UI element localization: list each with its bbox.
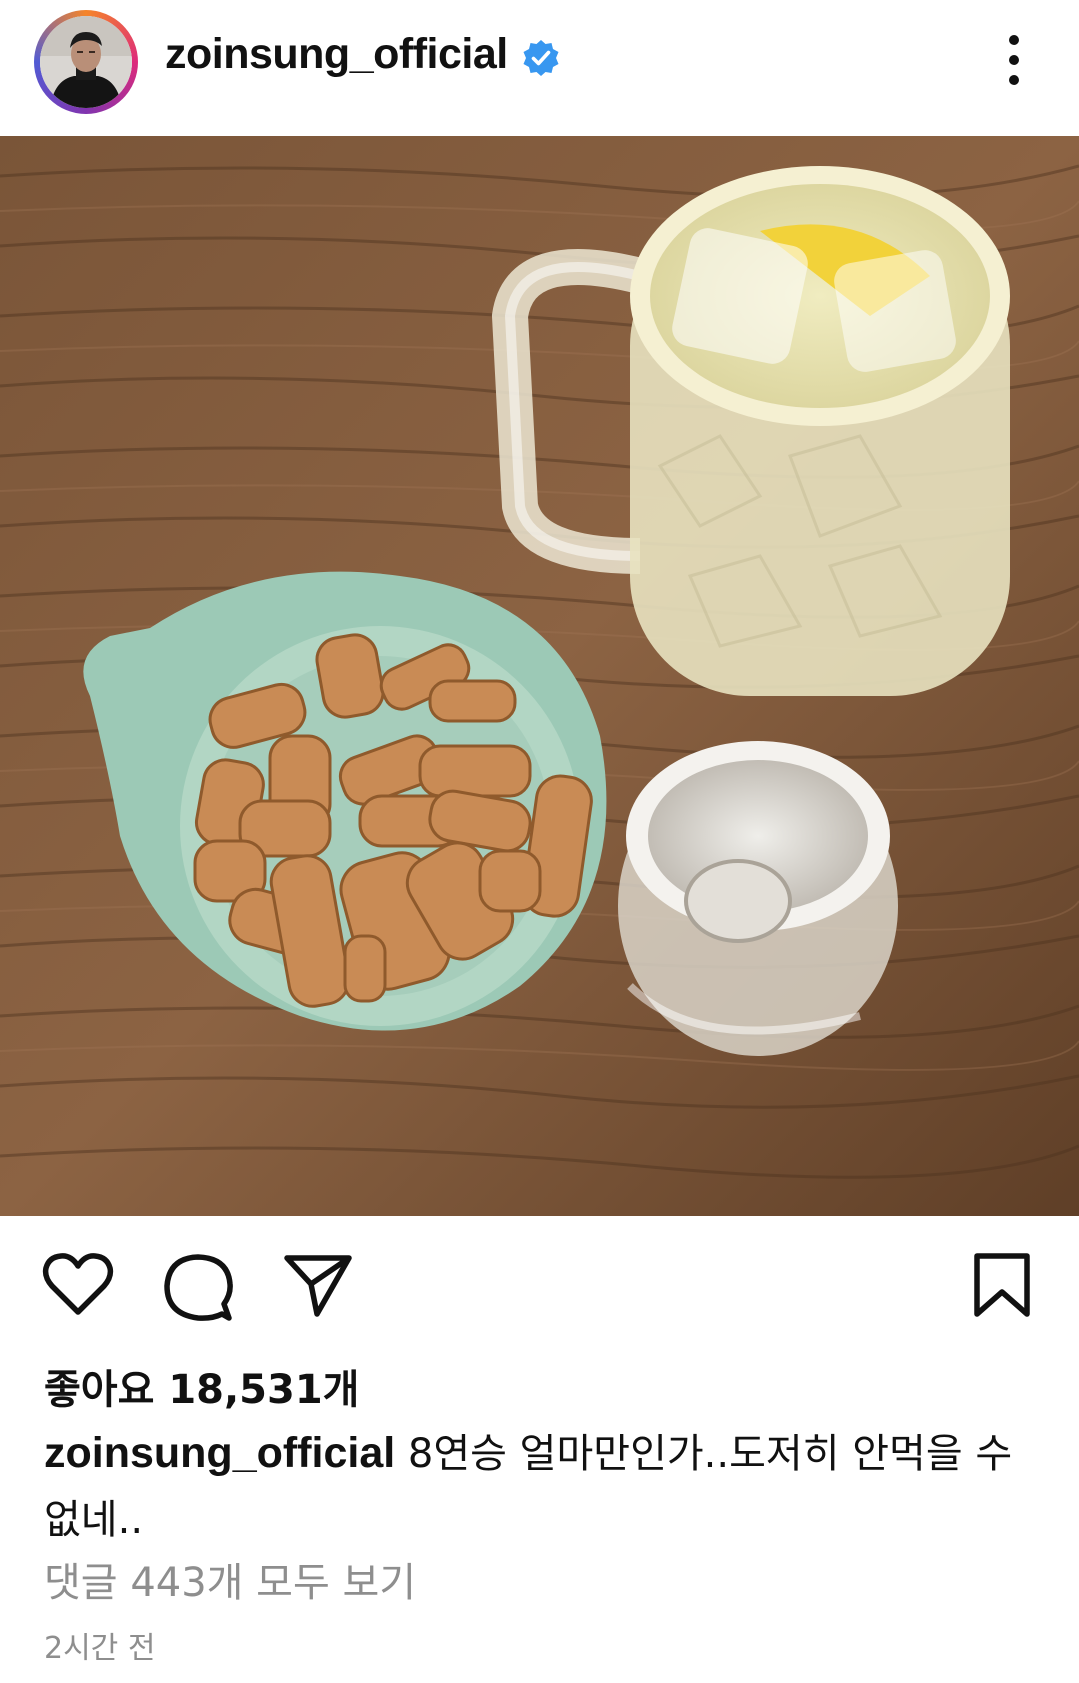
post-action-bar xyxy=(0,1216,1079,1336)
avatar-image xyxy=(40,16,132,108)
caption-username[interactable]: zoinsung_official xyxy=(44,1429,395,1477)
send-icon[interactable] xyxy=(283,1252,353,1318)
post-caption: zoinsung_official 8연승 얼마만인가..도저히 안먹을 수 없… xyxy=(44,1420,1034,1553)
avatar[interactable] xyxy=(40,16,132,108)
heart-icon[interactable] xyxy=(42,1252,114,1318)
more-options-icon[interactable] xyxy=(1000,30,1028,90)
post-header: zoinsung_official xyxy=(0,0,1079,136)
post-author-username[interactable]: zoinsung_official xyxy=(165,30,508,79)
verified-badge-icon xyxy=(523,40,559,76)
like-count[interactable]: 좋아요 18,531개 xyxy=(44,1357,359,1415)
post-image[interactable] xyxy=(0,136,1079,1216)
view-all-comments-link[interactable]: 댓글 443개 모두 보기 xyxy=(44,1550,416,1608)
post-photo-drinks-and-snacks xyxy=(0,136,1079,1216)
bookmark-icon[interactable] xyxy=(972,1252,1032,1318)
avatar-story-ring[interactable] xyxy=(34,10,138,114)
post-timestamp: 2시간 전 xyxy=(44,1631,156,1666)
comment-icon[interactable] xyxy=(162,1252,234,1324)
